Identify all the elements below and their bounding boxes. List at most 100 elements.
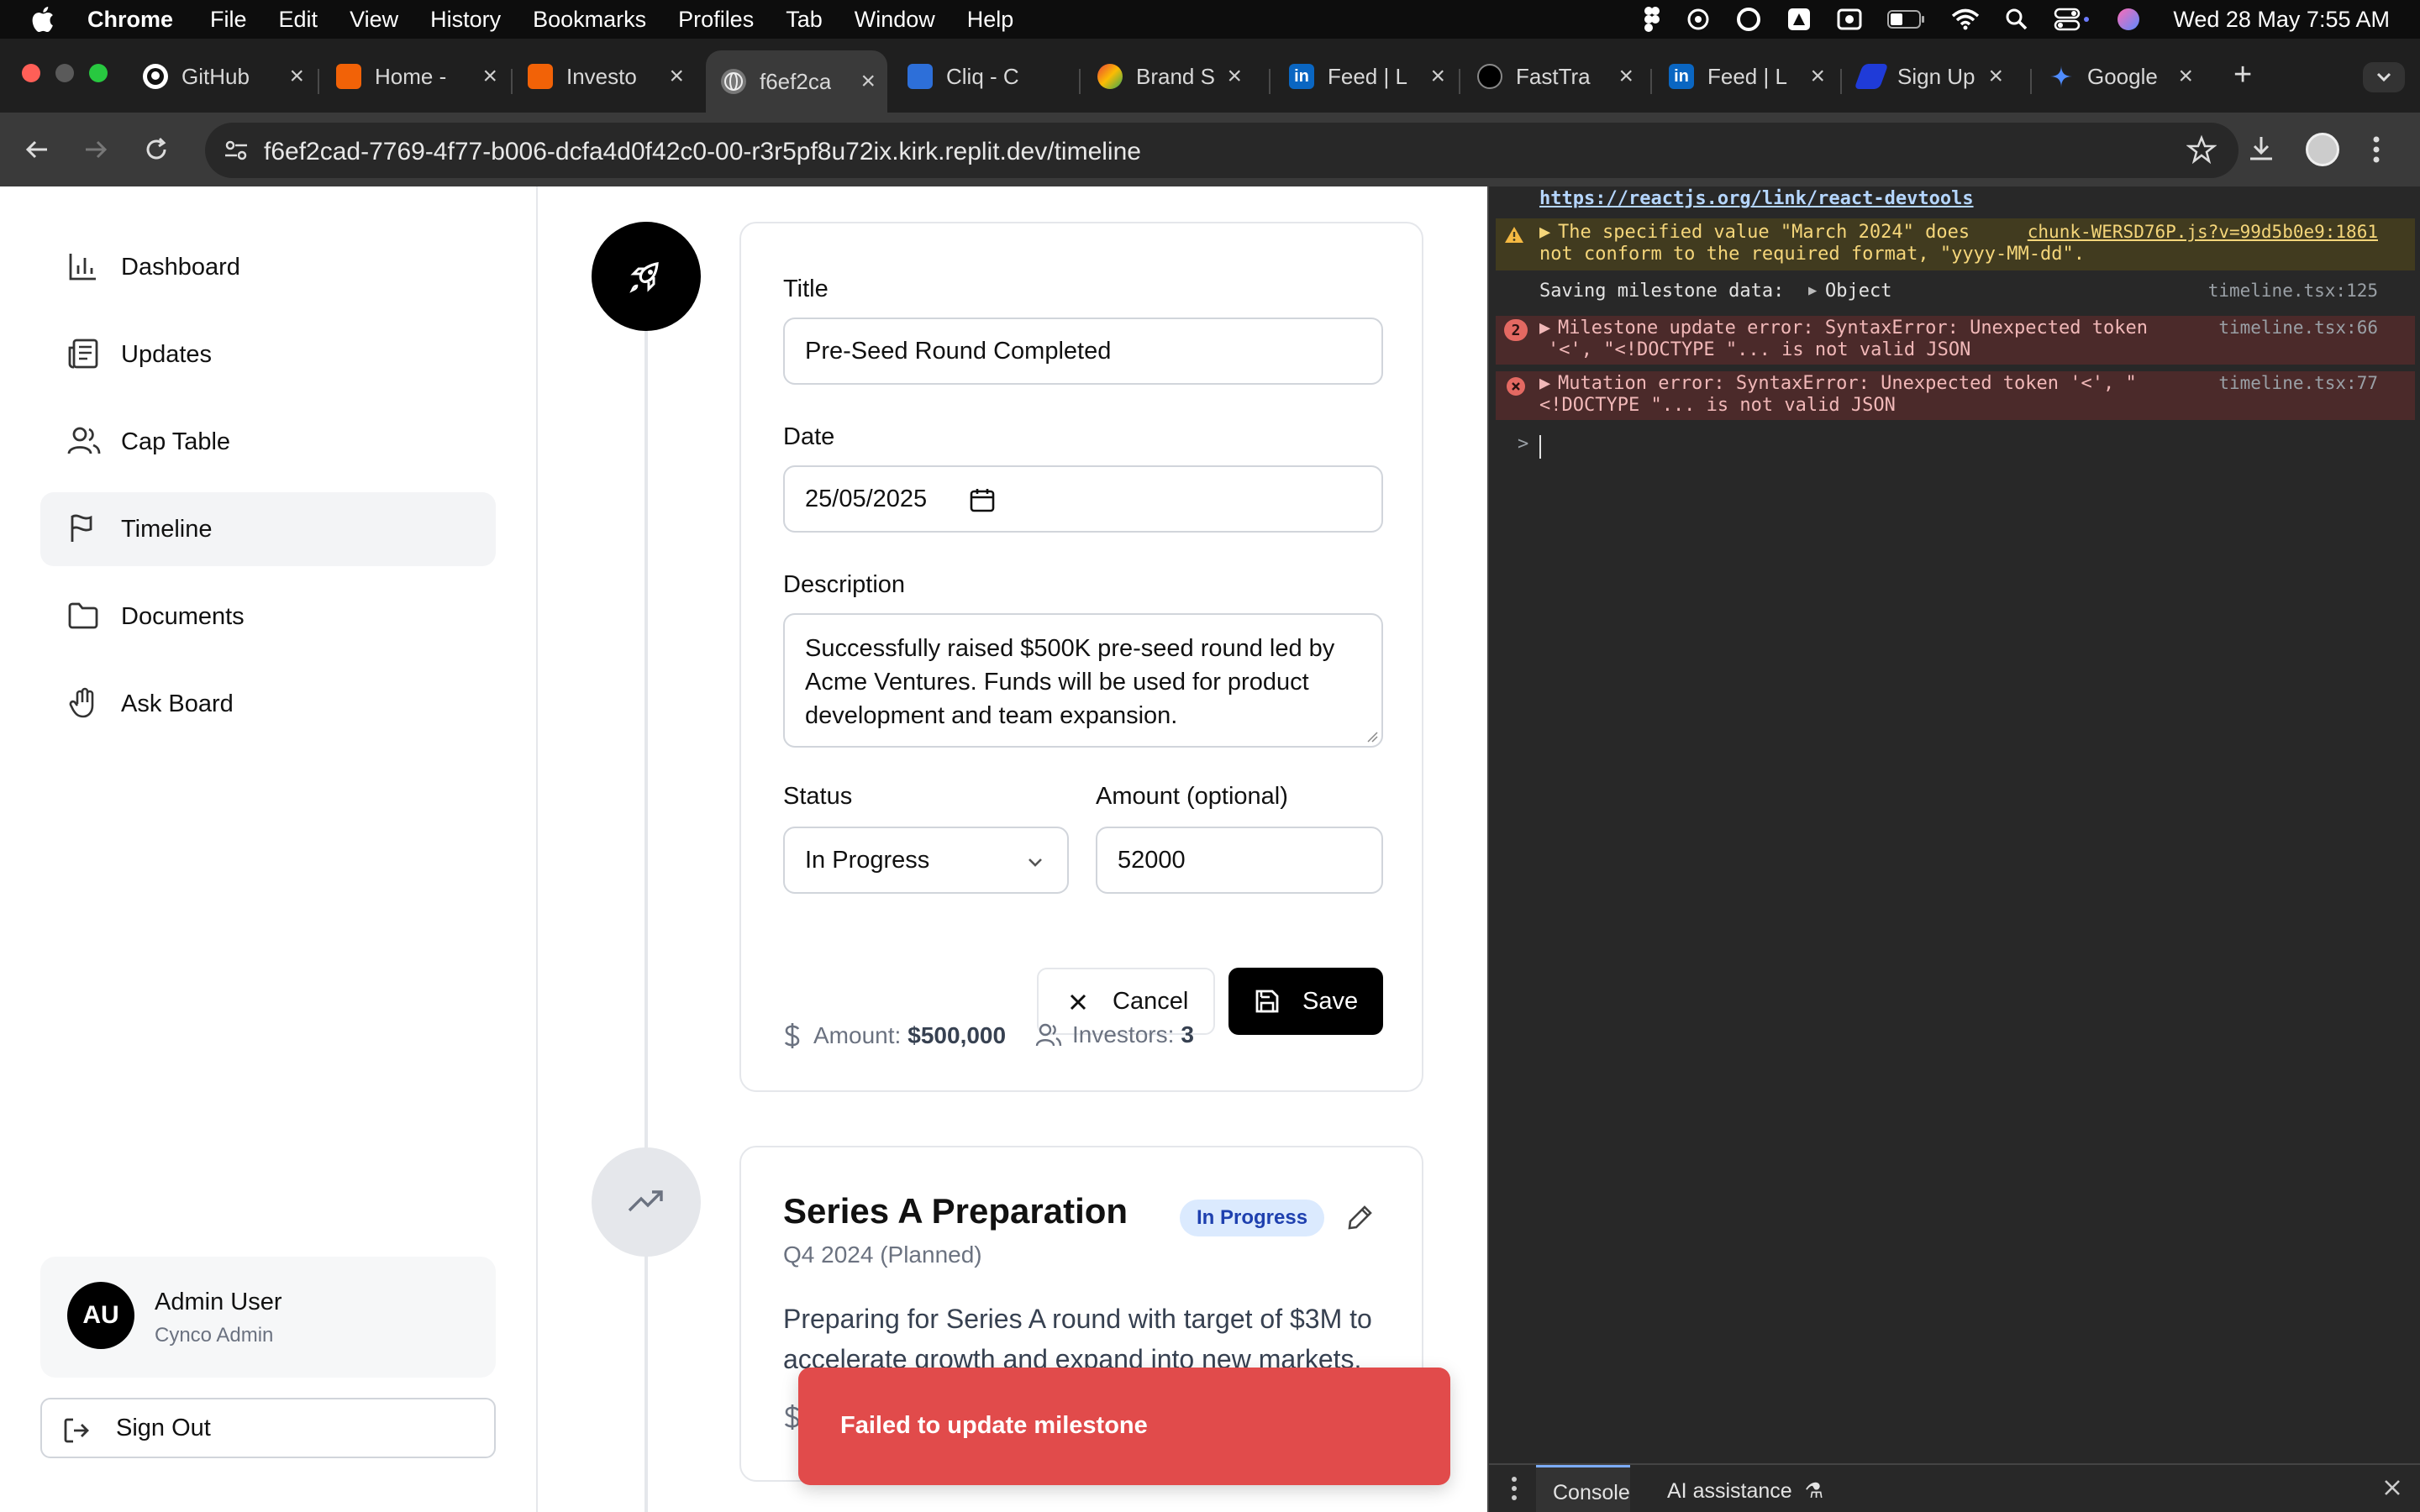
close-icon[interactable]: × bbox=[1988, 62, 2003, 91]
menu-app-name[interactable]: Chrome bbox=[87, 7, 173, 33]
forward-icon[interactable] bbox=[81, 134, 111, 165]
fasttrack-icon bbox=[1477, 64, 1502, 89]
tab-sign-up[interactable]: Sign Up × bbox=[1854, 50, 2015, 102]
amount-input[interactable]: 52000 bbox=[1096, 827, 1383, 894]
edit-pencil-icon[interactable] bbox=[1346, 1203, 1375, 1231]
menu-profiles[interactable]: Profiles bbox=[678, 7, 754, 33]
scanner-icon[interactable] bbox=[1837, 7, 1862, 32]
apple-icon[interactable] bbox=[32, 7, 54, 32]
sidebar-item-dashboard[interactable]: Dashboard bbox=[40, 230, 496, 304]
warning-source-link[interactable]: chunk-WERSD76P.js?v=99d5b0e9:1861 bbox=[2028, 222, 2378, 242]
react-devtools-link[interactable]: https://reactjs.org/link/react-devtools bbox=[1539, 188, 1974, 209]
signup-icon bbox=[1854, 64, 1889, 89]
menu-window[interactable]: Window bbox=[855, 7, 935, 33]
back-icon[interactable] bbox=[22, 134, 52, 165]
close-icon[interactable]: × bbox=[860, 67, 876, 96]
wifi-icon[interactable] bbox=[1951, 8, 1980, 30]
circle-app-icon[interactable] bbox=[1736, 7, 1761, 32]
sidebar-item-label: Documents bbox=[121, 602, 245, 630]
save-icon bbox=[1254, 988, 1281, 1015]
more-options-icon[interactable] bbox=[1511, 1475, 1518, 1502]
tab-console[interactable]: Console bbox=[1536, 1465, 1630, 1512]
close-window-button[interactable] bbox=[22, 64, 40, 82]
expand-arrow-icon[interactable]: ▶ bbox=[1808, 282, 1817, 299]
calendar-icon[interactable] bbox=[970, 487, 995, 512]
menu-file[interactable]: File bbox=[210, 7, 247, 33]
log-object[interactable]: Object bbox=[1825, 281, 1891, 302]
title-input[interactable]: Pre-Seed Round Completed bbox=[783, 318, 1383, 385]
sidebar-item-updates[interactable]: Updates bbox=[40, 318, 496, 391]
menu-view[interactable]: View bbox=[350, 7, 398, 33]
expand-arrow-icon[interactable]: ▶ bbox=[1539, 222, 1550, 243]
drive-icon[interactable] bbox=[1786, 7, 1812, 32]
reload-icon[interactable] bbox=[141, 134, 171, 165]
site-info-icon[interactable] bbox=[222, 136, 250, 165]
address-bar[interactable]: f6ef2cad-7769-4f77-b006-dcfa4d0f42c0-00-… bbox=[205, 123, 2238, 178]
tab-fasttrack[interactable]: FastTra × bbox=[1477, 50, 1645, 102]
warning-line-2: not conform to the required format, "yyy… bbox=[1539, 244, 2086, 265]
close-icon[interactable]: × bbox=[1810, 62, 1825, 91]
download-icon[interactable] bbox=[2245, 133, 2277, 165]
menu-history[interactable]: History bbox=[430, 7, 501, 33]
close-icon bbox=[1067, 991, 1089, 1013]
close-icon[interactable]: × bbox=[289, 62, 304, 91]
resize-handle-icon[interactable] bbox=[1366, 731, 1378, 743]
minimize-window-button[interactable] bbox=[55, 64, 74, 82]
maximize-window-button[interactable] bbox=[89, 64, 108, 82]
tab-ai-assistance-label: AI assistance bbox=[1667, 1479, 1792, 1503]
sidebar-item-documents[interactable]: Documents bbox=[40, 580, 496, 654]
tab-github[interactable]: GitHub × bbox=[143, 50, 316, 102]
console-prompt[interactable]: > bbox=[1496, 430, 2415, 464]
profile-avatar-icon[interactable] bbox=[2306, 133, 2339, 166]
bookmark-star-icon[interactable] bbox=[2186, 134, 2217, 165]
figma-icon[interactable] bbox=[1644, 7, 1660, 32]
tab-brand[interactable]: Brand S × bbox=[1097, 50, 1254, 102]
tab-home[interactable]: Home - × bbox=[336, 50, 509, 102]
menu-help[interactable]: Help bbox=[967, 7, 1014, 33]
sidebar-item-cap-table[interactable]: Cap Table bbox=[40, 405, 496, 479]
close-drawer-icon[interactable] bbox=[2380, 1475, 2405, 1500]
error-toast[interactable]: Failed to update milestone bbox=[798, 1368, 1450, 1485]
close-icon[interactable]: × bbox=[1430, 62, 1445, 91]
close-icon[interactable]: × bbox=[482, 62, 497, 91]
expand-arrow-icon[interactable]: ▶ bbox=[1539, 318, 1550, 339]
menu-bookmarks[interactable]: Bookmarks bbox=[533, 7, 646, 33]
tab-search-button[interactable] bbox=[2363, 62, 2405, 92]
status-select[interactable]: In Progress bbox=[783, 827, 1069, 894]
description-textarea[interactable]: Successfully raised $500K pre-seed round… bbox=[783, 613, 1383, 748]
tab-linkedin-feed-2[interactable]: in Feed | L × bbox=[1669, 50, 1837, 102]
close-icon[interactable]: × bbox=[2178, 62, 2193, 91]
error2-source-link[interactable]: timeline.tsx:77 bbox=[2218, 373, 2378, 393]
menu-edit[interactable]: Edit bbox=[279, 7, 318, 33]
date-input[interactable]: 25/05/2025 bbox=[783, 465, 1383, 533]
sidebar-item-ask-board[interactable]: Ask Board bbox=[40, 667, 496, 741]
siri-icon[interactable] bbox=[2116, 7, 2141, 32]
tab-investor[interactable]: Investo × bbox=[528, 50, 696, 102]
brand-icon bbox=[1097, 64, 1123, 89]
sidebar-item-timeline[interactable]: Timeline bbox=[40, 492, 496, 566]
close-icon[interactable]: × bbox=[1618, 62, 1634, 91]
close-icon[interactable]: × bbox=[1227, 62, 1242, 91]
prompt-caret: > bbox=[1518, 433, 1529, 454]
browser-menu-icon[interactable] bbox=[2371, 133, 2381, 166]
close-icon[interactable]: × bbox=[669, 62, 684, 91]
log-source-link[interactable]: timeline.tsx:125 bbox=[2208, 281, 2378, 301]
control-center-icon[interactable] bbox=[2054, 8, 2091, 31]
chatgpt-icon[interactable] bbox=[1686, 7, 1711, 32]
tab-ai-assistance[interactable]: AI assistance ⚗ bbox=[1667, 1478, 1823, 1504]
tab-google[interactable]: Google × bbox=[2049, 50, 2205, 102]
sign-out-button[interactable]: Sign Out bbox=[40, 1398, 496, 1458]
battery-icon[interactable] bbox=[1887, 9, 1926, 29]
tab-cliq[interactable]: Cliq - C bbox=[908, 50, 1076, 102]
tab-active-app[interactable]: f6ef2ca × bbox=[706, 50, 887, 113]
error1-source-link[interactable]: timeline.tsx:66 bbox=[2218, 318, 2378, 338]
spotlight-search-icon[interactable] bbox=[2005, 8, 2028, 31]
devtools-panel: https://reactjs.org/link/react-devtools … bbox=[1487, 186, 2420, 1512]
save-button[interactable]: Save bbox=[1228, 968, 1383, 1035]
expand-arrow-icon[interactable]: ▶ bbox=[1539, 373, 1550, 394]
menu-clock[interactable]: Wed 28 May 7:55 AM bbox=[2173, 7, 2390, 33]
menu-tab[interactable]: Tab bbox=[786, 7, 823, 33]
new-tab-button[interactable]: + bbox=[2233, 57, 2252, 93]
tab-linkedin-feed-1[interactable]: in Feed | L × bbox=[1289, 50, 1457, 102]
globe-icon bbox=[721, 69, 746, 94]
